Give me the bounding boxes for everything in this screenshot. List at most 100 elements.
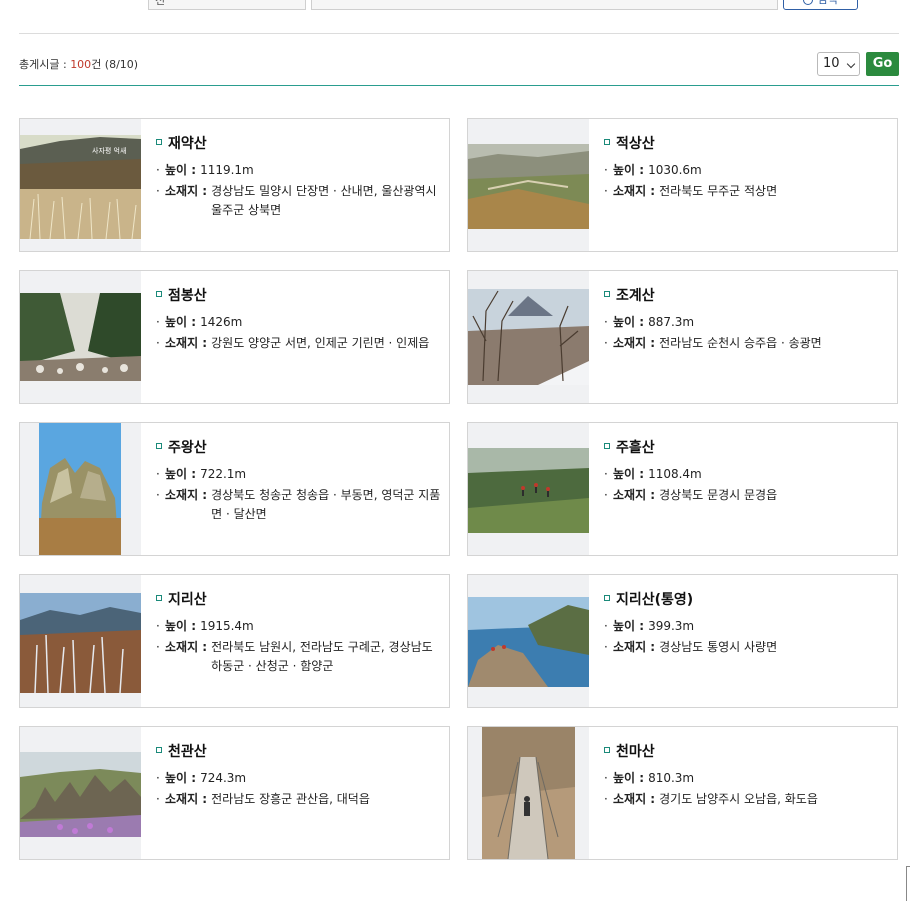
go-button[interactable]: Go xyxy=(866,52,899,76)
location-row: · 소재지 : 전라북도 남원시, 전라남도 구례군, 경상남도 하동군 · 산청… xyxy=(156,638,441,676)
height-row: · 높이 : 724.3m xyxy=(156,769,441,788)
mountain-card[interactable]: 지리산 · 높이 : 1915.4m · 소재지 : 전라북도 남원시, 전라남도 … xyxy=(19,574,450,708)
height-row: · 높이 : 810.3m xyxy=(604,769,889,788)
bullet-square-icon xyxy=(156,291,162,297)
mountain-name-text: 지리산(통영) xyxy=(616,592,694,608)
list-header-divider xyxy=(19,85,899,86)
search-button[interactable]: 검색 xyxy=(783,0,858,10)
scroll-handle[interactable] xyxy=(906,866,910,901)
height-value: 722.1m xyxy=(200,467,247,481)
bullet-dot-icon: · xyxy=(604,488,608,502)
bullet-dot-icon: · xyxy=(604,640,608,654)
mountain-name[interactable]: 적상산 xyxy=(604,133,889,153)
mountain-photo[interactable] xyxy=(20,575,141,707)
mountain-name-text: 적상산 xyxy=(616,136,655,152)
mountain-name-text: 조계산 xyxy=(616,288,655,304)
bullet-dot-icon: · xyxy=(156,184,160,198)
bullet-square-icon xyxy=(156,139,162,145)
height-label: 높이 : xyxy=(165,467,197,481)
bullet-dot-icon: · xyxy=(156,467,160,481)
bullet-dot-icon: · xyxy=(604,315,608,329)
location-value: 전라북도 남원시, 전라남도 구례군, 경상남도 하동군 · 산청군 · 함양군 xyxy=(211,640,433,673)
mountain-card[interactable]: 조계산 · 높이 : 887.3m · 소재지 : 전라남도 순천시 승주읍 · 송… xyxy=(467,270,898,404)
divider xyxy=(19,33,899,34)
mountain-photo[interactable] xyxy=(20,271,141,403)
bullet-dot-icon: · xyxy=(604,184,608,198)
search-field-select[interactable]: 전 xyxy=(148,0,306,10)
mountain-card[interactable]: 천마산 · 높이 : 810.3m · 소재지 : 경기도 남양주시 오남읍, 화도… xyxy=(467,726,898,860)
bullet-dot-icon: · xyxy=(156,163,160,177)
bullet-dot-icon: · xyxy=(604,792,608,806)
location-label: 소재지 : xyxy=(613,640,656,654)
mountain-card[interactable]: 적상산 · 높이 : 1030.6m · 소재지 : 전라북도 무주군 적상면 xyxy=(467,118,898,252)
mountain-name-text: 주왕산 xyxy=(168,440,207,456)
mountain-card[interactable]: 지리산(통영) · 높이 : 399.3m · 소재지 : 경상남도 통영시 사량면 xyxy=(467,574,898,708)
per-page-select[interactable]: 10 xyxy=(817,52,860,76)
height-value: 1915.4m xyxy=(200,619,254,633)
height-row: · 높이 : 1030.6m xyxy=(604,161,889,180)
bullet-dot-icon: · xyxy=(156,315,160,329)
height-label: 높이 : xyxy=(165,619,197,633)
bullet-dot-icon: · xyxy=(156,792,160,806)
height-value: 1119.1m xyxy=(200,163,254,177)
mountain-card[interactable]: 주흘산 · 높이 : 1108.4m · 소재지 : 경상북도 문경시 문경읍 xyxy=(467,422,898,556)
mountain-photo[interactable] xyxy=(20,727,141,859)
mountain-name[interactable]: 천관산 xyxy=(156,741,441,761)
mountain-name[interactable]: 지리산 xyxy=(156,589,441,609)
mountain-name[interactable]: 주흘산 xyxy=(604,437,889,457)
location-label: 소재지 : xyxy=(165,488,208,502)
mountain-name[interactable]: 조계산 xyxy=(604,285,889,305)
location-label: 소재지 : xyxy=(165,336,208,350)
mountain-card[interactable]: 천관산 · 높이 : 724.3m · 소재지 : 전라남도 장흥군 관산읍, 대덕… xyxy=(19,726,450,860)
mountain-photo[interactable]: 사자평 억새 xyxy=(20,119,141,251)
location-label: 소재지 : xyxy=(165,640,208,654)
height-value: 810.3m xyxy=(648,771,695,785)
summary-count: 100 xyxy=(70,58,92,71)
mountain-photo[interactable] xyxy=(468,423,589,555)
mountain-name-text: 천마산 xyxy=(616,744,655,760)
mountain-name-text: 지리산 xyxy=(168,592,207,608)
mountain-photo[interactable] xyxy=(20,423,141,555)
bullet-square-icon xyxy=(604,139,610,145)
per-page-value: 10 xyxy=(823,56,840,71)
location-label: 소재지 : xyxy=(613,488,656,502)
mountain-name-text: 점봉산 xyxy=(168,288,207,304)
location-value: 경상북도 문경시 문경읍 xyxy=(659,488,778,502)
bullet-dot-icon: · xyxy=(156,640,160,654)
mountain-card[interactable]: 사자평 억새 재약산 · 높이 : 1119.1m · 소재지 : 경상남도 밀양시… xyxy=(19,118,450,252)
mountain-name[interactable]: 지리산(통영) xyxy=(604,589,889,609)
mountain-name[interactable]: 천마산 xyxy=(604,741,889,761)
height-row: · 높이 : 1915.4m xyxy=(156,617,441,636)
bullet-square-icon xyxy=(604,443,610,449)
height-value: 1030.6m xyxy=(648,163,702,177)
location-label: 소재지 : xyxy=(613,184,656,198)
height-value: 399.3m xyxy=(648,619,695,633)
bullet-square-icon xyxy=(156,595,162,601)
mountain-name[interactable]: 주왕산 xyxy=(156,437,441,457)
location-row: · 소재지 : 전라남도 장흥군 관산읍, 대덕읍 xyxy=(156,790,441,809)
bullet-dot-icon: · xyxy=(604,336,608,350)
mountain-card[interactable]: 주왕산 · 높이 : 722.1m · 소재지 : 경상북도 청송군 청송읍 · 부… xyxy=(19,422,450,556)
mountain-photo[interactable] xyxy=(468,271,589,403)
mountain-name[interactable]: 점봉산 xyxy=(156,285,441,305)
height-label: 높이 : xyxy=(613,467,645,481)
height-row: · 높이 : 722.1m xyxy=(156,465,441,484)
location-row: · 소재지 : 경상남도 통영시 사량면 xyxy=(604,638,889,657)
mountain-photo[interactable] xyxy=(468,575,589,707)
summary-prefix: 총게시글 : xyxy=(19,58,71,71)
location-value: 경상남도 밀양시 단장면 · 산내면, 울산광역시 울주군 상북면 xyxy=(211,184,437,217)
search-bar: 전 검색 xyxy=(0,0,910,12)
location-value: 강원도 양양군 서면, 인제군 기린면 · 인제읍 xyxy=(211,336,430,350)
height-row: · 높이 : 887.3m xyxy=(604,313,889,332)
height-label: 높이 : xyxy=(165,163,197,177)
bullet-square-icon xyxy=(156,443,162,449)
location-value: 경기도 남양주시 오남읍, 화도읍 xyxy=(659,792,818,806)
height-label: 높이 : xyxy=(613,163,645,177)
mountain-photo[interactable] xyxy=(468,119,589,251)
mountain-card[interactable]: 점봉산 · 높이 : 1426m · 소재지 : 강원도 양양군 서면, 인제군 기… xyxy=(19,270,450,404)
mountain-photo[interactable] xyxy=(468,727,589,859)
search-input[interactable] xyxy=(311,0,778,10)
bullet-dot-icon: · xyxy=(604,619,608,633)
mountain-name[interactable]: 재약산 xyxy=(156,133,441,153)
location-label: 소재지 : xyxy=(613,792,656,806)
